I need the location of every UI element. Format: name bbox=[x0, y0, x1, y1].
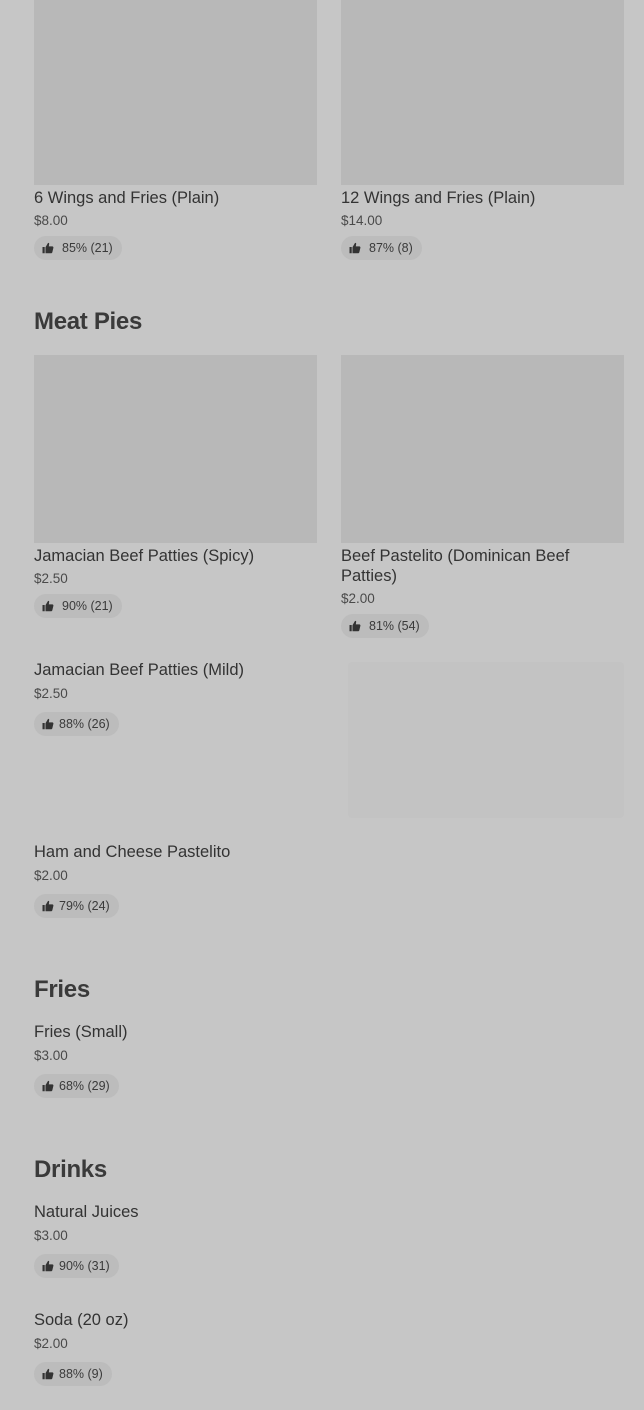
rating-badge: 87% (8) bbox=[341, 236, 422, 260]
rating-badge: 79% (24) bbox=[34, 894, 119, 918]
menu-item-wings6[interactable]: 6 Wings and Fries (Plain) $8.00 85% (21) bbox=[34, 188, 317, 260]
rating-badge: 90% (21) bbox=[34, 594, 122, 618]
item-price: $3.00 bbox=[34, 1228, 68, 1243]
item-image-jam-mild[interactable] bbox=[348, 662, 624, 818]
thumbs-up-icon bbox=[42, 900, 54, 912]
menu-item-ham-cheese[interactable]: Ham and Cheese Pastelito $2.00 79% (24) bbox=[34, 842, 314, 918]
menu-item-jam-mild[interactable]: Jamacian Beef Patties (Mild) $2.50 88% (… bbox=[34, 660, 314, 736]
item-price: $14.00 bbox=[341, 213, 383, 228]
thumbs-up-icon bbox=[42, 242, 54, 254]
menu-item-wings12[interactable]: 12 Wings and Fries (Plain) $14.00 87% (8… bbox=[341, 188, 624, 260]
menu-item-fries-small[interactable]: Fries (Small) $3.00 68% (29) bbox=[34, 1022, 314, 1098]
menu-item-soda[interactable]: Soda (20 oz) $2.00 88% (9) bbox=[34, 1310, 314, 1386]
item-name: 12 Wings and Fries (Plain) bbox=[341, 189, 536, 207]
rating-badge: 88% (9) bbox=[34, 1362, 112, 1386]
item-price: $2.00 bbox=[34, 1336, 68, 1351]
item-name: Jamacian Beef Patties (Spicy) bbox=[34, 547, 255, 565]
item-price: $2.00 bbox=[34, 868, 68, 883]
rating-badge: 68% (29) bbox=[34, 1074, 119, 1098]
thumbs-up-icon bbox=[42, 600, 54, 612]
item-name: Beef Pastelito (Dominican Beef Patties) bbox=[341, 547, 570, 585]
thumbs-up-icon bbox=[42, 1368, 54, 1380]
thumbs-up-icon bbox=[349, 242, 361, 254]
rating-badge: 90% (31) bbox=[34, 1254, 119, 1278]
menu-item-juices[interactable]: Natural Juices $3.00 90% (31) bbox=[34, 1202, 314, 1278]
item-price: $3.00 bbox=[34, 1048, 68, 1063]
item-image-wings6[interactable] bbox=[34, 0, 317, 185]
item-image-jam-spicy[interactable] bbox=[34, 355, 317, 543]
section-title-fries: Fries bbox=[34, 976, 90, 1003]
section-title-meat-pies: Meat Pies bbox=[34, 308, 143, 335]
item-image-pastelito[interactable] bbox=[341, 355, 624, 543]
rating-badge: 88% (26) bbox=[34, 712, 119, 736]
item-name: Jamacian Beef Patties (Mild) bbox=[34, 661, 244, 679]
rating-badge: 85% (21) bbox=[34, 236, 122, 260]
rating-text: 81% (54) bbox=[369, 619, 420, 633]
rating-text: 85% (21) bbox=[62, 241, 113, 255]
thumbs-up-icon bbox=[42, 718, 54, 730]
item-price: $2.00 bbox=[341, 591, 375, 606]
rating-text: 79% (24) bbox=[59, 899, 110, 913]
thumbs-up-icon bbox=[42, 1080, 54, 1092]
item-name: Natural Juices bbox=[34, 1203, 139, 1221]
item-name: Soda (20 oz) bbox=[34, 1311, 129, 1329]
rating-text: 87% (8) bbox=[369, 241, 413, 255]
item-image-wings12[interactable] bbox=[341, 0, 624, 185]
item-name: Fries (Small) bbox=[34, 1023, 128, 1041]
item-name: Ham and Cheese Pastelito bbox=[34, 843, 231, 861]
item-price: $2.50 bbox=[34, 571, 68, 586]
rating-text: 88% (26) bbox=[59, 717, 110, 731]
menu-item-jam-spicy[interactable]: Jamacian Beef Patties (Spicy) $2.50 90% … bbox=[34, 546, 317, 618]
rating-text: 90% (31) bbox=[59, 1259, 110, 1273]
item-price: $2.50 bbox=[34, 686, 68, 701]
menu-item-pastelito[interactable]: Beef Pastelito (Dominican Beef Patties) … bbox=[341, 546, 624, 638]
item-price: $8.00 bbox=[34, 213, 68, 228]
item-name: 6 Wings and Fries (Plain) bbox=[34, 189, 220, 207]
rating-text: 68% (29) bbox=[59, 1079, 110, 1093]
thumbs-up-icon bbox=[349, 620, 361, 632]
rating-text: 88% (9) bbox=[59, 1367, 103, 1381]
rating-text: 90% (21) bbox=[62, 599, 113, 613]
thumbs-up-icon bbox=[42, 1260, 54, 1272]
rating-badge: 81% (54) bbox=[341, 614, 429, 638]
section-title-drinks: Drinks bbox=[34, 1156, 107, 1183]
